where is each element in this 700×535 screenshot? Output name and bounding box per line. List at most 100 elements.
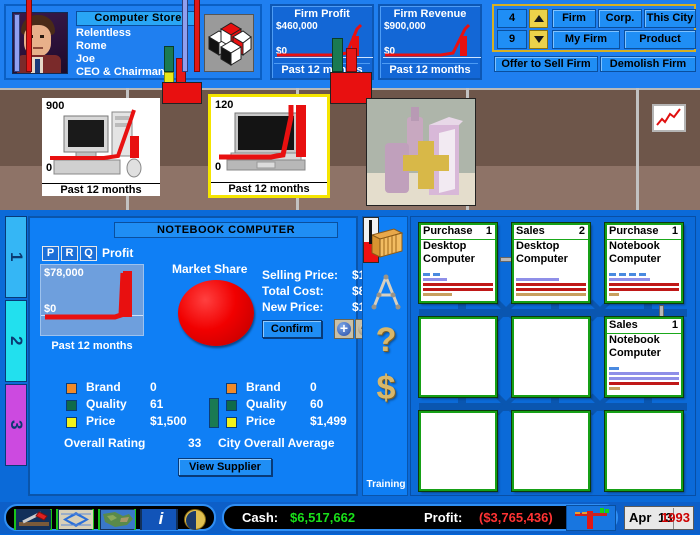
notebook-chart-max: 120 bbox=[215, 99, 234, 111]
consumer-goods-thumbnail[interactable] bbox=[366, 98, 476, 206]
quality-value-mine: 61 bbox=[150, 397, 164, 411]
shelf-tab-3[interactable]: 3 bbox=[5, 384, 27, 466]
info-icon[interactable]: i bbox=[140, 509, 178, 530]
finance-readout-pod: Cash: $6,517,662 Profit: ($3,765,436) bbox=[222, 504, 618, 531]
desktop-chart-zero: 0 bbox=[46, 162, 53, 174]
brand-value-city: 0 bbox=[310, 380, 317, 394]
toggle-revenue-r[interactable]: R bbox=[61, 246, 78, 261]
company-logo bbox=[204, 14, 254, 72]
corp-button[interactable]: Corp. bbox=[598, 9, 642, 28]
grid-cell-sales-desktop[interactable]: Sales 2 Desktop Computer bbox=[511, 222, 591, 304]
rating-row-price-mine: Price $1,500 bbox=[66, 398, 226, 431]
cell-product-line2: Computer bbox=[609, 253, 661, 265]
this-city-button[interactable]: This City bbox=[644, 9, 696, 28]
cell-type: Purchase bbox=[423, 225, 473, 237]
firm-button[interactable]: Firm bbox=[552, 9, 596, 28]
cell-type: Purchase bbox=[609, 225, 659, 237]
product-profit-chart[interactable]: $78,000 $0 bbox=[40, 264, 144, 336]
profit-chart-label: Profit bbox=[102, 246, 134, 260]
cell-product-line2: Computer bbox=[423, 253, 475, 265]
brand-label-city: Brand bbox=[246, 380, 281, 394]
up-arrow-button[interactable] bbox=[529, 9, 548, 28]
main-content-area: 1 2 3 NOTEBOOK COMPUTER P R Q Profit $78… bbox=[0, 210, 700, 502]
confirm-button[interactable]: Confirm bbox=[262, 320, 322, 338]
cell-number: 2 bbox=[578, 225, 585, 237]
new-price-label: New Price: bbox=[262, 300, 324, 314]
clock-icon[interactable] bbox=[178, 509, 216, 530]
toggle-quantity-q[interactable]: Q bbox=[80, 246, 97, 261]
grid-cell-empty-7[interactable] bbox=[418, 410, 498, 492]
cash-label: Cash: bbox=[242, 510, 279, 525]
grid-cell-purchase-notebook[interactable]: Purchase 1 Notebook Computer bbox=[604, 222, 684, 304]
market-share-pie[interactable] bbox=[178, 280, 254, 346]
training-label: Training bbox=[366, 479, 406, 490]
product-button[interactable]: Product bbox=[624, 30, 696, 49]
rating-row-brand-mine: Brand 0 bbox=[66, 380, 226, 397]
grid-cell-empty-4[interactable] bbox=[418, 316, 498, 398]
firm-revenue-bar bbox=[460, 36, 467, 56]
rank-number-top: 4 bbox=[497, 9, 527, 28]
info-letter: i bbox=[158, 509, 164, 528]
price-value-city: $1,499 bbox=[310, 414, 347, 428]
brand-swatch-mine bbox=[66, 383, 77, 394]
shelf-tab-2[interactable]: 2 bbox=[5, 300, 27, 382]
plus-icon: + bbox=[339, 320, 349, 336]
tool-sidebar: ? $ Training bbox=[362, 216, 408, 496]
my-product-ratings: Brand 0 Quality 61 Price $1,500 bbox=[66, 380, 226, 431]
overall-rating-value: 33 bbox=[188, 436, 202, 450]
overall-rating-label: Overall Rating bbox=[64, 436, 146, 450]
my-firm-button[interactable]: My Firm bbox=[552, 30, 620, 49]
cell-bars bbox=[609, 367, 679, 392]
status-bar: i Cash: $6,517,662 Profit: ($3,765,436) … bbox=[0, 502, 700, 534]
desktop-computer-thumbnail[interactable]: 900 0 Past 12 months bbox=[42, 98, 160, 196]
line-graph-icon[interactable] bbox=[652, 104, 686, 132]
firm-profit-title: Firm Profit bbox=[294, 8, 350, 20]
increase-price-button[interactable]: + bbox=[334, 319, 354, 339]
selling-price-label: Selling Price: bbox=[262, 268, 339, 282]
profit-chart-trendline bbox=[45, 271, 132, 320]
price-label-mine: Price bbox=[86, 414, 116, 428]
grid-cell-empty-5[interactable] bbox=[511, 316, 591, 398]
profit-value: ($3,765,436) bbox=[479, 510, 553, 525]
quality-swatch-mine bbox=[66, 400, 77, 411]
view-supplier-button[interactable]: View Supplier bbox=[178, 458, 272, 476]
rank-number-bottom: 9 bbox=[497, 30, 527, 49]
cell-bars bbox=[516, 273, 586, 298]
grid-cell-purchase-desktop[interactable]: Purchase 1 Desktop Computer bbox=[418, 222, 498, 304]
toggle-profit-p[interactable]: P bbox=[42, 246, 59, 261]
map-grid-icon[interactable] bbox=[56, 509, 94, 530]
city-average-label: City Overall Average bbox=[218, 436, 335, 450]
down-arrow-button[interactable] bbox=[529, 30, 548, 49]
game-date-display: Apr 13 1993 bbox=[624, 506, 694, 530]
page-title: NOTEBOOK COMPUTER bbox=[114, 222, 338, 238]
grid-cell-sales-notebook[interactable]: Sales 1 Notebook Computer bbox=[604, 316, 684, 398]
firm-revenue-chart[interactable]: Firm Revenue $900,000 $0 Past 12 months bbox=[378, 4, 482, 80]
quality-value-city: 60 bbox=[310, 397, 324, 411]
notebook-computer-thumbnail[interactable]: 120 0 Past 12 months bbox=[211, 97, 327, 195]
price-value-mine: $1,500 bbox=[150, 414, 187, 428]
rating-row-quality-mine: Quality 61 bbox=[66, 397, 226, 414]
shelf-tab-1[interactable]: 1 bbox=[5, 216, 27, 298]
offer-to-sell-firm-button[interactable]: Offer to Sell Firm bbox=[494, 56, 598, 72]
grid-cell-empty-8[interactable] bbox=[511, 410, 591, 492]
cell-product-line1: Desktop bbox=[516, 240, 560, 252]
help-icon[interactable]: ? bbox=[368, 321, 404, 361]
cell-bars bbox=[423, 273, 493, 298]
books-icon[interactable] bbox=[368, 225, 404, 265]
firm-profit-chart[interactable]: Firm Profit $460,000 $0 Past 12 months bbox=[270, 4, 374, 80]
finance-icon[interactable]: $ bbox=[368, 369, 404, 409]
demolish-firm-button[interactable]: Demolish Firm bbox=[600, 56, 696, 72]
build-icon[interactable] bbox=[14, 509, 52, 530]
grid-cell-empty-9[interactable] bbox=[604, 410, 684, 492]
market-share-label: Market Share bbox=[172, 262, 248, 276]
world-map-icon[interactable] bbox=[98, 509, 136, 530]
cell-product-line1: Notebook bbox=[609, 240, 660, 252]
price-label-city: Price bbox=[246, 414, 276, 428]
advertising-icon[interactable] bbox=[368, 273, 404, 313]
brand-swatch-city bbox=[226, 383, 237, 394]
price-swatch-city bbox=[226, 417, 237, 428]
game-speed-control[interactable] bbox=[566, 505, 616, 531]
cell-number: 1 bbox=[485, 225, 492, 237]
cell-product-line1: Notebook bbox=[609, 334, 660, 346]
cell-bars bbox=[609, 273, 679, 298]
